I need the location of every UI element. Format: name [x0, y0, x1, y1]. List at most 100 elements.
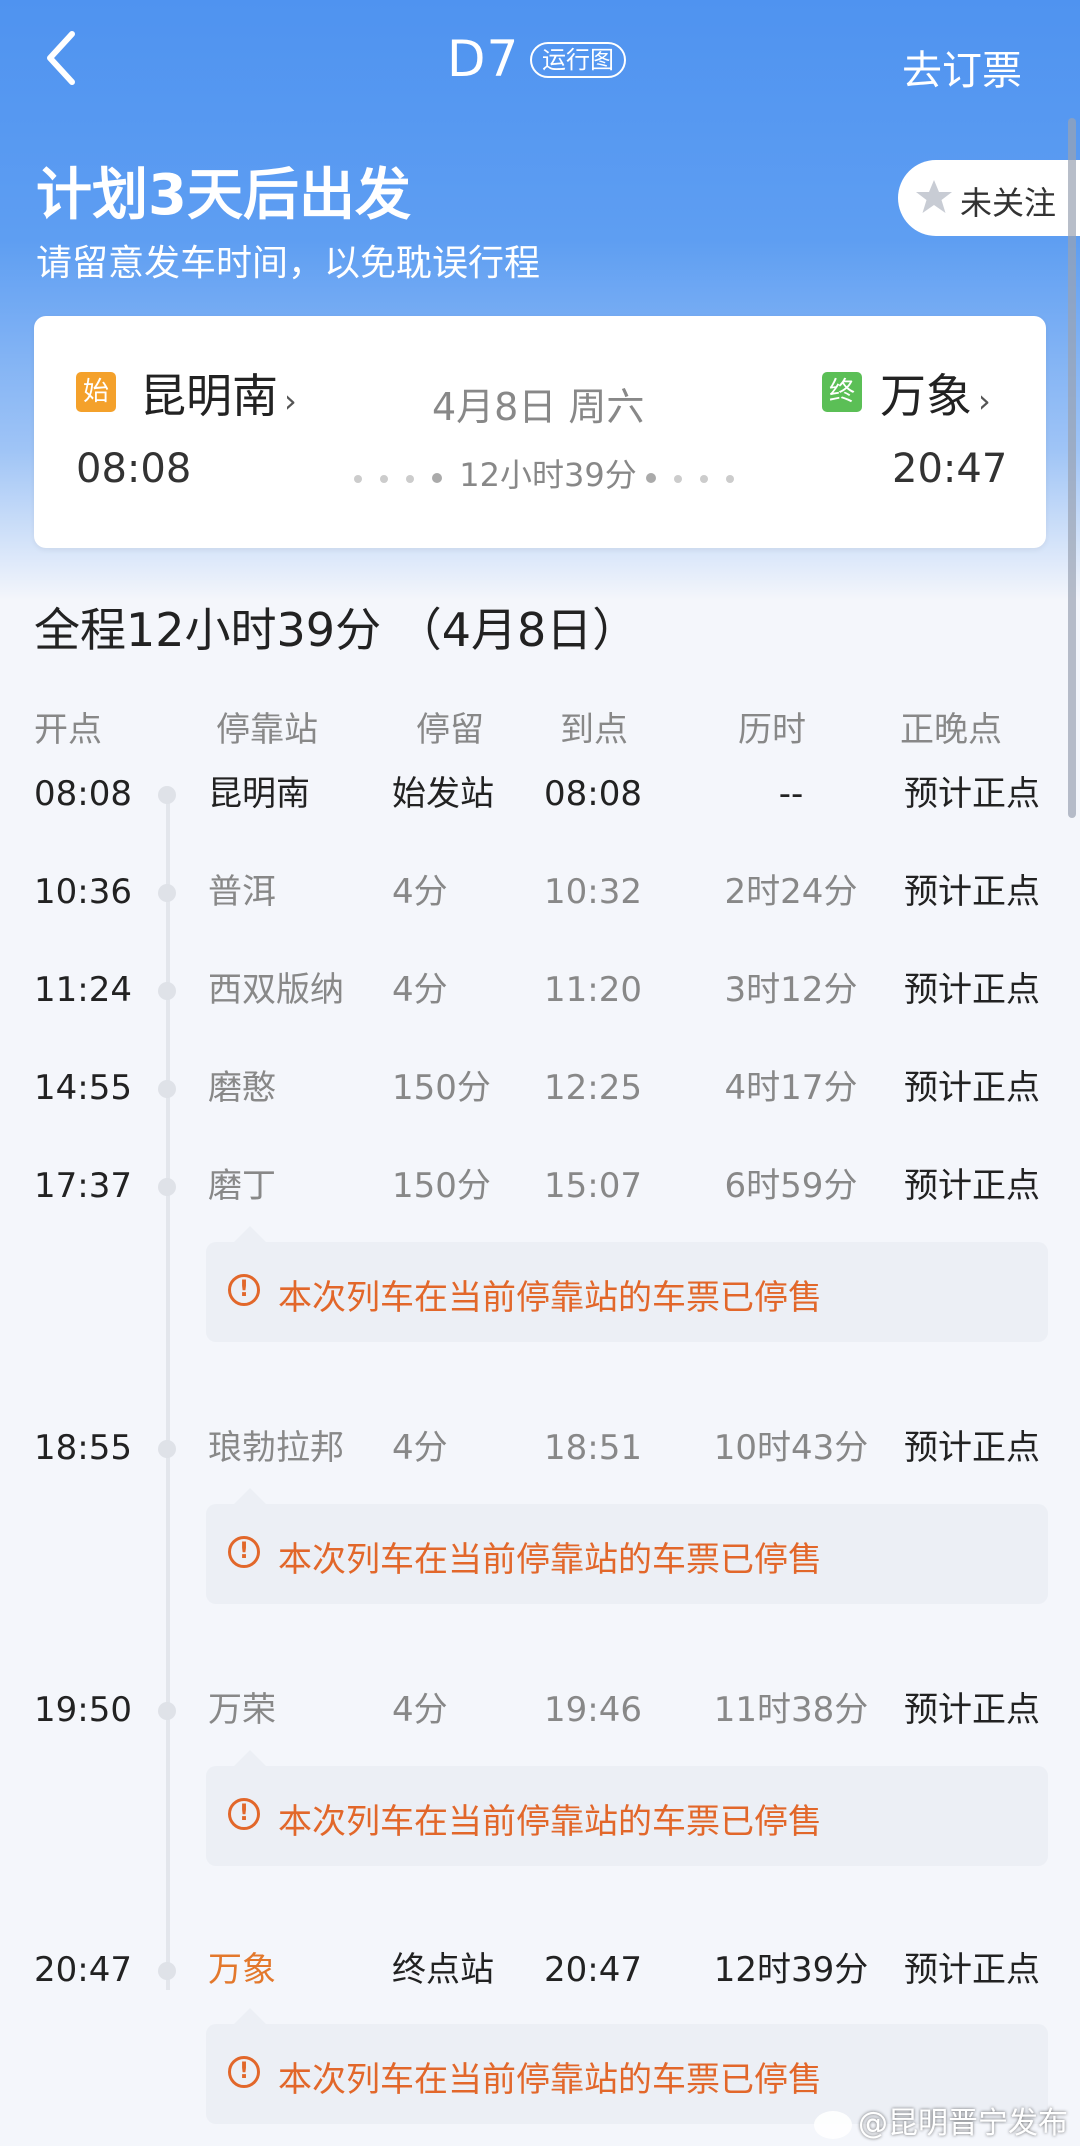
stop-station: 磨憨 [208, 1068, 276, 1108]
stop-row[interactable]: 20:47 万象 终点站 20:47 12时39分 预计正点 [0, 1940, 1080, 2000]
elapsed-time: 3时12分 [724, 970, 858, 1010]
book-ticket-button[interactable]: 去订票 [902, 38, 1022, 96]
arrive-time: 11:20 [544, 970, 642, 1010]
stop-row[interactable]: 14:55 磨憨 150分 12:25 4时17分 预计正点 [0, 1058, 1080, 1118]
trip-card: 始 昆明南 › 4月8日 周六 终 万象 › 08:08 12小时39分 20:47 [34, 316, 1046, 548]
punctuality-status: 预计正点 [904, 1166, 1040, 1206]
stop-row[interactable]: 10:36 普洱 4分 10:32 2时24分 预计正点 [0, 862, 1080, 922]
stop-stay: 4分 [392, 1690, 448, 1730]
timeline-dot [158, 1702, 176, 1720]
depart-time: 19:50 [34, 1690, 132, 1730]
punctuality-status: 预计正点 [904, 970, 1040, 1010]
start-time: 08:08 [76, 446, 192, 492]
depart-time: 17:37 [34, 1166, 132, 1206]
stop-stay: 4分 [392, 872, 448, 912]
arrive-time: 15:07 [544, 1166, 642, 1206]
notice-pointer [234, 1226, 266, 1242]
chevron-left-icon[interactable] [40, 28, 84, 88]
arrive-time: 20:47 [544, 1950, 642, 1990]
end-station[interactable]: 万象 › [880, 360, 991, 426]
ticket-suspended-notice: ! 本次列车在当前停靠站的车票已停售 [206, 1488, 1048, 1604]
notice-pointer [234, 1750, 266, 1766]
arrive-time: 18:51 [544, 1428, 642, 1468]
timeline-dot [158, 884, 176, 902]
follow-label: 未关注 [960, 184, 1057, 222]
stop-station: 昆明南 [208, 774, 310, 814]
timeline-dot [158, 1962, 176, 1980]
stop-stay: 150分 [392, 1068, 491, 1108]
nav-bar: D7 运行图 去订票 [0, 0, 1080, 130]
depart-time: 18:55 [34, 1428, 132, 1468]
notice-text: 本次列车在当前停靠站的车票已停售 [278, 1802, 822, 1842]
depart-time: 11:24 [34, 970, 132, 1010]
notice-text: 本次列车在当前停靠站的车票已停售 [278, 1278, 822, 1318]
stop-row[interactable]: 19:50 万荣 4分 19:46 11时38分 预计正点 [0, 1680, 1080, 1740]
elapsed-time: -- [778, 774, 804, 814]
notice-pointer [234, 2008, 266, 2024]
notice-text: 本次列车在当前停靠站的车票已停售 [278, 2060, 822, 2100]
punctuality-status: 预计正点 [904, 1950, 1040, 1990]
elapsed-time: 6时59分 [724, 1166, 858, 1206]
col-arrive: 到点 [560, 710, 628, 750]
depart-time: 08:08 [34, 774, 132, 814]
elapsed-time: 11时38分 [713, 1690, 869, 1730]
timeline-dot [158, 786, 176, 804]
stop-row[interactable]: 08:08 昆明南 始发站 08:08 -- 预计正点 [0, 764, 1080, 824]
timeline-dot [158, 1178, 176, 1196]
elapsed-time: 2时24分 [724, 872, 858, 912]
notice-text: 本次列车在当前停靠站的车票已停售 [278, 1540, 822, 1580]
punctuality-status: 预计正点 [904, 774, 1040, 814]
arrive-time: 10:32 [544, 872, 642, 912]
watermark-text: @昆明晋宁发布 [858, 2106, 1068, 2141]
ticket-suspended-notice: ! 本次列车在当前停靠站的车票已停售 [206, 1750, 1048, 1866]
stop-station: 西双版纳 [208, 970, 344, 1010]
punctuality-status: 预计正点 [904, 872, 1040, 912]
depart-time: 10:36 [34, 872, 132, 912]
col-station: 停靠站 [216, 710, 318, 750]
depart-time: 14:55 [34, 1068, 132, 1108]
end-time: 20:47 [892, 446, 1008, 492]
punctuality-status: 预计正点 [904, 1690, 1040, 1730]
stop-station: 琅勃拉邦 [208, 1428, 344, 1468]
stop-stay: 4分 [392, 1428, 448, 1468]
travel-date: 4月8日 周六 [432, 385, 645, 429]
stop-stay: 4分 [392, 970, 448, 1010]
plan-subtitle: 请留意发车时间，以免耽误行程 [36, 243, 541, 284]
start-tag: 始 [76, 372, 116, 412]
stop-row[interactable]: 18:55 琅勃拉邦 4分 18:51 10时43分 预计正点 [0, 1418, 1080, 1478]
punctuality-status: 预计正点 [904, 1068, 1040, 1108]
col-status: 正晚点 [900, 710, 1002, 750]
route-map-badge[interactable]: 运行图 [530, 42, 626, 78]
timeline-dot [158, 1080, 176, 1098]
elapsed-time: 12时39分 [713, 1950, 869, 1990]
alert-circle-icon: ! [228, 1536, 260, 1568]
stop-stay: 150分 [392, 1166, 491, 1206]
stop-row[interactable]: 11:24 西双版纳 4分 11:20 3时12分 预计正点 [0, 960, 1080, 1020]
col-stay: 停留 [416, 710, 484, 750]
weibo-icon [814, 2110, 852, 2139]
stop-station: 万荣 [208, 1690, 276, 1730]
stop-station: 普洱 [208, 872, 276, 912]
depart-time: 20:47 [34, 1950, 132, 1990]
col-elapsed: 历时 [738, 710, 806, 750]
train-number-title: D7 [447, 30, 520, 88]
dots-right [646, 468, 752, 483]
stop-station: 磨丁 [208, 1166, 276, 1206]
scrollbar[interactable] [1068, 118, 1076, 818]
ticket-suspended-notice: ! 本次列车在当前停靠站的车票已停售 [206, 1226, 1048, 1342]
elapsed-time: 10时43分 [713, 1428, 869, 1468]
timeline-dot [158, 1440, 176, 1458]
arrive-time: 08:08 [544, 774, 642, 814]
schedule-summary: 全程12小时39分 （4月8日） [34, 603, 639, 657]
arrive-time: 12:25 [544, 1068, 642, 1108]
chevron-right-icon: › [978, 382, 991, 420]
timeline-dot [158, 982, 176, 1000]
stop-station: 万象 [208, 1950, 276, 1990]
follow-button[interactable]: 未关注 [898, 160, 1080, 236]
stop-stay: 始发站 [392, 774, 494, 814]
stop-row[interactable]: 17:37 磨丁 150分 15:07 6时59分 预计正点 [0, 1156, 1080, 1216]
arrive-time: 19:46 [544, 1690, 642, 1730]
start-station[interactable]: 昆明南 › [140, 360, 297, 426]
stop-stay: 终点站 [392, 1950, 494, 1990]
watermark: @昆明晋宁发布 [814, 2098, 1068, 2142]
